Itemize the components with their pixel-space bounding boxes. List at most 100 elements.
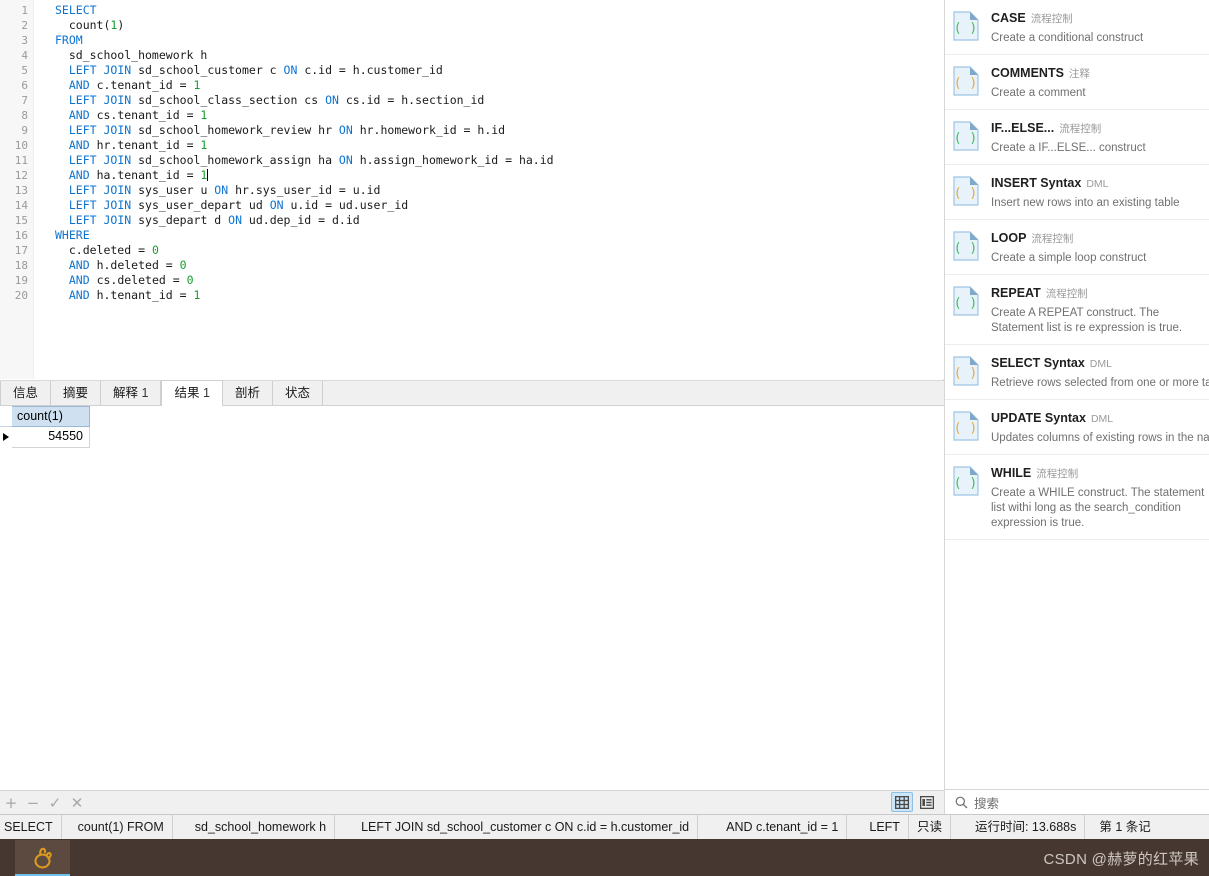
tab-count: 1	[138, 386, 149, 400]
line-number: 6	[21, 79, 28, 92]
snippet-body: SELECT Syntax DML Retrieve rows selected f…	[991, 354, 1209, 391]
tab-1[interactable]: 信息	[0, 381, 52, 405]
status-segment-3: sd_school_homework h	[173, 815, 336, 839]
taskbar: CSDN @赫萝的红苹果	[0, 839, 1209, 876]
tab-label: 结果	[174, 386, 200, 400]
apply-changes-button[interactable]: ✓	[44, 792, 66, 814]
code-line[interactable]: AND cs.tenant_id = 1	[55, 108, 944, 123]
snippet-item-comments[interactable]: ( ) COMMENTS 注释 Create a comment	[945, 55, 1209, 110]
search-icon	[955, 796, 968, 808]
svg-text:( ): ( )	[954, 186, 977, 201]
svg-text:( ): ( )	[954, 296, 977, 311]
snippet-title-row: UPDATE Syntax DML	[991, 409, 1209, 427]
tab-3[interactable]: 解释 1	[101, 381, 162, 405]
line-number: 13	[14, 184, 28, 197]
svg-text:( ): ( )	[954, 76, 977, 91]
snippet-body: UPDATE Syntax DML Updates columns of exist…	[991, 409, 1209, 446]
code-line[interactable]: sd_school_homework h	[55, 48, 944, 63]
code-snippet-icon: ( )	[953, 411, 979, 441]
code-snippet-icon: ( )	[953, 66, 979, 96]
sql-code-area[interactable]: SELECT count(1) FROM sd_school_homework h…	[34, 0, 944, 379]
snippet-item-if-else[interactable]: ( ) IF...ELSE... 流程控制 Create a IF...ELSE...…	[945, 110, 1209, 165]
tab-label: 剖析	[234, 386, 260, 400]
table-row[interactable]: 54550	[0, 427, 944, 448]
code-line[interactable]: AND h.tenant_id = 1	[55, 288, 944, 303]
code-line[interactable]: AND c.tenant_id = 1	[55, 78, 944, 93]
svg-text:( ): ( )	[954, 476, 977, 491]
cell-count-value[interactable]: 54550	[12, 427, 90, 448]
code-line[interactable]: LEFT JOIN sys_depart d ON ud.dep_id = d.…	[55, 213, 944, 228]
snippet-title: INSERT Syntax	[991, 176, 1082, 190]
tab-2[interactable]: 摘要	[51, 381, 102, 405]
code-line[interactable]: count(1)	[55, 18, 944, 33]
snippet-item-while[interactable]: ( ) WHILE 流程控制 Create a WHILE construct. Th…	[945, 455, 1209, 540]
snippet-description: Updates columns of existing rows in the …	[991, 432, 1209, 444]
status-segment-4: LEFT JOIN sd_school_customer c ON c.id =…	[335, 815, 699, 839]
code-line[interactable]: AND ha.tenant_id = 1	[55, 168, 944, 183]
code-snippet-icon: ( )	[953, 121, 979, 151]
tab-5[interactable]: 剖析	[222, 381, 273, 405]
code-snippet-icon: ( )	[953, 66, 981, 98]
row-current-indicator	[0, 427, 12, 448]
line-number: 3	[21, 34, 28, 47]
tab-4[interactable]: 结果 1	[161, 380, 223, 406]
tab-6[interactable]: 状态	[272, 381, 323, 405]
query-pane: 1 2 3 4 5 6 7 8 9 10 11 12 13 14 15 16 17 18 19 20 SELECT c…	[0, 0, 944, 840]
status-segment-7: 只读	[909, 815, 951, 839]
code-line[interactable]: WHERE	[55, 228, 944, 243]
snippet-item-loop[interactable]: ( ) LOOP 流程控制 Create a simple loop construc…	[945, 220, 1209, 275]
remove-record-button[interactable]: −	[22, 792, 44, 814]
snippet-body: IF...ELSE... 流程控制 Create a IF...ELSE... co…	[991, 119, 1209, 156]
code-line[interactable]: LEFT JOIN sd_school_homework_assign ha O…	[55, 153, 944, 168]
snippet-body: CASE 流程控制 Create a conditional construct	[991, 9, 1209, 46]
code-snippet-icon: ( )	[953, 231, 979, 261]
code-line[interactable]: LEFT JOIN sys_user_depart ud ON u.id = u…	[55, 198, 944, 213]
cancel-changes-button[interactable]: ✕	[66, 792, 88, 814]
line-number: 14	[14, 199, 28, 212]
line-number: 7	[21, 94, 28, 107]
snippet-body: COMMENTS 注释 Create a comment	[991, 64, 1209, 101]
add-record-button[interactable]: +	[0, 792, 22, 814]
code-line[interactable]: AND cs.deleted = 0	[55, 273, 944, 288]
tab-label: 摘要	[63, 386, 89, 400]
snippet-item-insert-syntax[interactable]: ( ) INSERT Syntax DML Insert new rows into …	[945, 165, 1209, 220]
column-header-count[interactable]: count(1)	[12, 406, 90, 427]
code-snippet-icon: ( )	[953, 466, 979, 496]
line-number: 8	[21, 109, 28, 122]
snippet-category-tag: 流程控制	[1031, 233, 1074, 245]
code-snippet-icon: ( )	[953, 121, 981, 153]
code-line[interactable]: AND hr.tenant_id = 1	[55, 138, 944, 153]
result-grid[interactable]: count(1) 54550	[0, 406, 944, 790]
grid-view-button[interactable]	[891, 792, 913, 812]
code-line[interactable]: c.deleted = 0	[55, 243, 944, 258]
code-line[interactable]: LEFT JOIN sys_user u ON hr.sys_user_id =…	[55, 183, 944, 198]
code-line[interactable]: LEFT JOIN sd_school_class_section cs ON …	[55, 93, 944, 108]
svg-text:( ): ( )	[954, 421, 977, 436]
snippet-item-case[interactable]: ( ) CASE 流程控制 Create a conditional construc…	[945, 0, 1209, 55]
code-line[interactable]: LEFT JOIN sd_school_homework_review hr O…	[55, 123, 944, 138]
snippet-item-update-syntax[interactable]: ( ) UPDATE Syntax DML Updates columns of ex…	[945, 400, 1209, 455]
code-snippet-sidebar: ( ) CASE 流程控制 Create a conditional construc…	[945, 0, 1209, 840]
status-segment-8: 运行时间: 13.688s	[951, 815, 1086, 839]
snippet-description: Retrieve rows selected from one or more …	[991, 377, 1209, 389]
snippet-description: Create a IF...ELSE... construct	[991, 142, 1146, 154]
snippet-item-select-syntax[interactable]: ( ) SELECT Syntax DML Retrieve rows selecte…	[945, 345, 1209, 400]
sql-editor[interactable]: 1 2 3 4 5 6 7 8 9 10 11 12 13 14 15 16 17 18 19 20 SELECT c…	[0, 0, 944, 379]
snippet-search-box[interactable]: 搜索	[945, 789, 1209, 814]
snippet-item-repeat[interactable]: ( ) REPEAT 流程控制 Create A REPEAT construct. …	[945, 275, 1209, 345]
code-line[interactable]: FROM	[55, 33, 944, 48]
status-bar: SELECT count(1) FROM sd_school_homework hL…	[0, 814, 1209, 839]
svg-text:( ): ( )	[954, 241, 977, 256]
code-snippet-icon: ( )	[953, 356, 981, 388]
snippet-search-placeholder: 搜索	[974, 796, 1000, 811]
snippet-title: WHILE	[991, 466, 1032, 480]
snippet-title: COMMENTS	[991, 66, 1064, 80]
form-view-button[interactable]	[916, 792, 938, 812]
code-line[interactable]: AND h.deleted = 0	[55, 258, 944, 273]
status-segment-9: 第 1 条记	[1099, 819, 1151, 834]
code-snippet-icon: ( )	[953, 11, 979, 41]
tab-label: 解释	[113, 386, 139, 400]
code-line[interactable]: LEFT JOIN sd_school_customer c ON c.id =…	[55, 63, 944, 78]
taskbar-item-navicat[interactable]	[15, 840, 70, 876]
code-line[interactable]: SELECT	[55, 3, 944, 18]
